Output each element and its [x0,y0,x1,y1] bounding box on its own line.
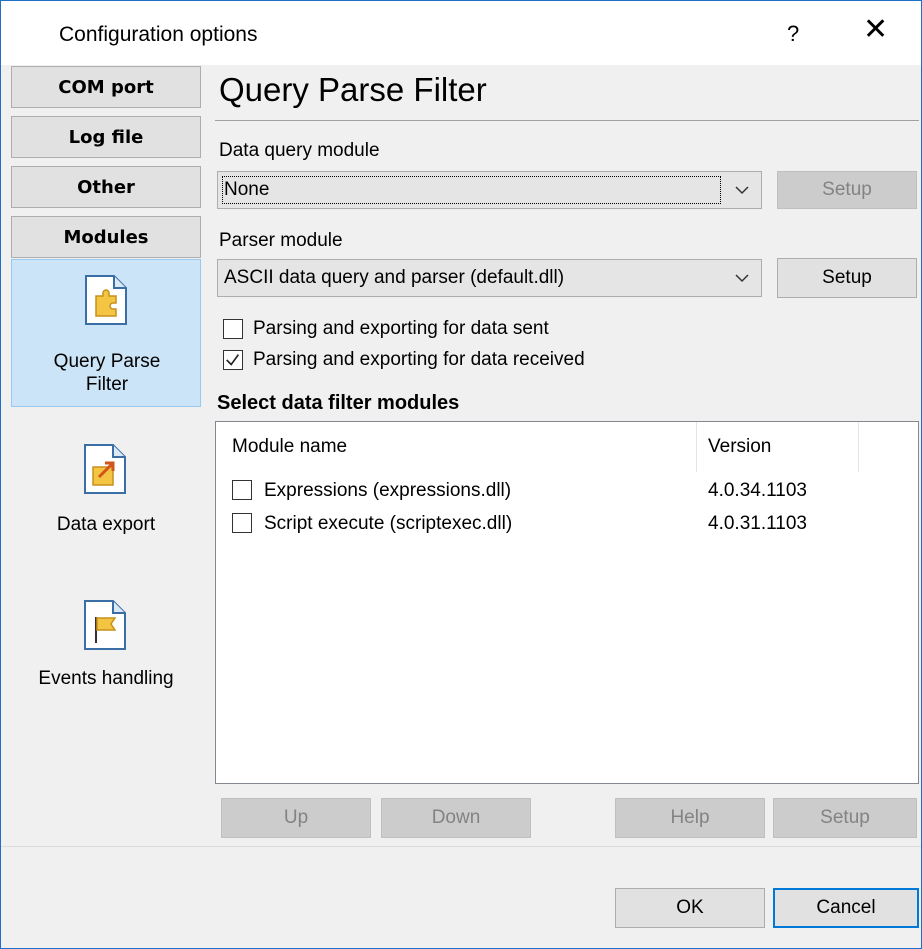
table-row-version: 4.0.34.1103 [708,480,807,501]
footer-divider [1,846,921,847]
ok-button[interactable]: OK [615,888,765,928]
filter-modules-heading: Select data filter modules [217,392,460,414]
window-title: Configuration options [59,23,258,46]
down-button[interactable]: Down [381,798,531,838]
module-icon-panel: Query Parse Filter Data export Events ha… [11,259,201,945]
data-query-select[interactable]: None [217,171,762,209]
nav-log-file-button[interactable]: Log file [11,116,201,158]
data-query-label: Data query module [219,140,380,161]
checkmark-icon [226,354,240,366]
module-setup-button[interactable]: Setup [773,798,917,838]
nav-other-button[interactable]: Other [11,166,201,208]
parser-module-label: Parser module [219,230,343,251]
data-sent-checkbox[interactable] [223,319,243,339]
page-title: Query Parse Filter [219,71,487,108]
icon-item-data-export[interactable]: Data export [11,417,201,565]
row-checkbox-script-execute[interactable] [232,513,252,533]
nav-modules-button[interactable]: Modules [11,216,201,258]
parser-module-value: ASCII data query and parser (default.dll… [224,267,565,288]
up-button[interactable]: Up [221,798,371,838]
focus-rectangle [222,176,721,204]
nav-com-port-button[interactable]: COM port [11,66,201,108]
parser-module-select[interactable]: ASCII data query and parser (default.dll… [217,259,762,297]
icon-item-query-parse-filter[interactable]: Query Parse Filter [11,259,201,407]
table-row-name: Expressions (expressions.dll) [264,480,512,501]
icon-label-query-parse: Query Parse [53,351,161,372]
icon-label-events-handling: Events handling [38,668,174,689]
flag-document-icon [84,600,126,650]
column-header-version[interactable]: Version [708,436,771,458]
table-row-version: 4.0.31.1103 [708,513,807,534]
puzzle-document-icon [85,275,127,325]
title-divider [215,120,919,121]
column-divider[interactable] [696,422,697,472]
chevron-down-icon [735,186,749,195]
parser-setup-button[interactable]: Setup [777,258,917,298]
help-title-button[interactable]: ? [787,21,799,47]
data-query-setup-button[interactable]: Setup [777,171,917,209]
data-received-checkbox[interactable] [223,350,243,370]
export-document-icon [84,444,126,494]
icon-label-data-export: Data export [56,514,156,535]
column-divider[interactable] [858,422,859,472]
title-bar: Configuration options ? ✕ [1,1,921,65]
data-query-value: None [224,179,270,200]
data-sent-label: Parsing and exporting for data sent [253,318,549,339]
cancel-button[interactable]: Cancel [773,888,919,928]
chevron-down-icon [735,274,749,283]
icon-item-events-handling[interactable]: Events handling [11,577,201,725]
help-button[interactable]: Help [615,798,765,838]
close-icon[interactable]: ✕ [863,15,888,45]
data-received-label: Parsing and exporting for data received [253,349,585,370]
icon-label-filter: Filter [85,374,129,395]
row-checkbox-expressions[interactable] [232,480,252,500]
filter-modules-list[interactable]: Module name Version Expressions (express… [215,421,919,784]
configuration-dialog: Configuration options ? ✕ COM port Log f… [0,0,922,949]
table-row-name: Script execute (scriptexec.dll) [264,513,513,534]
column-header-module-name[interactable]: Module name [232,436,347,458]
